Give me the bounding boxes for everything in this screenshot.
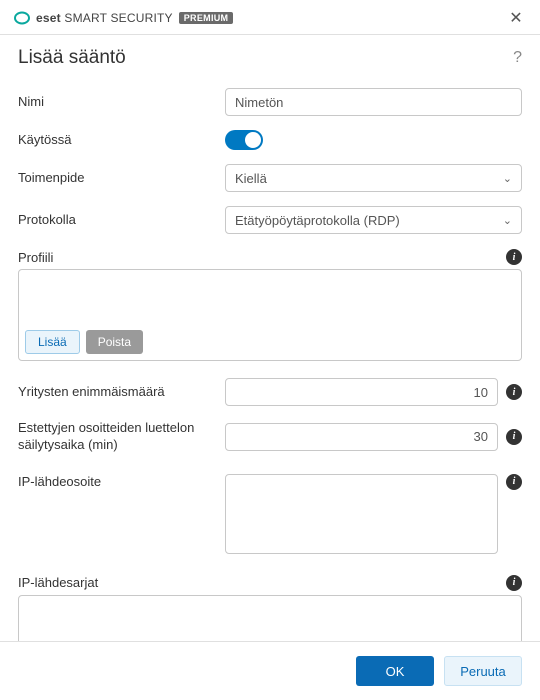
enabled-toggle[interactable] (225, 130, 263, 150)
info-icon[interactable]: i (506, 575, 522, 591)
action-select[interactable]: Kiellä ⌄ (225, 164, 522, 192)
ip-ranges-listbox[interactable] (25, 602, 515, 641)
name-input[interactable] (225, 88, 522, 116)
help-icon[interactable]: ? (513, 49, 522, 67)
brand-text: eset SMART SECURITY (36, 11, 173, 25)
profile-add-button[interactable]: Lisää (25, 330, 80, 354)
profile-listbox[interactable] (25, 276, 515, 324)
info-icon[interactable]: i (506, 474, 522, 490)
block-retention-input[interactable] (225, 423, 498, 451)
info-icon[interactable]: i (506, 384, 522, 400)
protocol-label: Protokolla (18, 212, 213, 229)
protocol-select[interactable]: Etätyöpöytäprotokolla (RDP) ⌄ (225, 206, 522, 234)
ip-source-textarea[interactable] (225, 474, 498, 554)
profile-remove-button[interactable]: Poista (86, 330, 143, 354)
profile-label: Profiili (18, 250, 53, 265)
brand-tier-badge: PREMIUM (179, 12, 234, 24)
close-button[interactable]: ✕ (502, 6, 530, 30)
action-label: Toimenpide (18, 170, 213, 187)
page-title: Lisää sääntö (18, 47, 126, 69)
info-icon[interactable]: i (506, 249, 522, 265)
max-attempts-input[interactable] (225, 378, 498, 406)
eset-logo-icon (14, 10, 30, 26)
cancel-button[interactable]: Peruuta (444, 656, 522, 686)
ip-ranges-label: IP-lähdesarjat (18, 575, 98, 590)
chevron-down-icon: ⌄ (503, 172, 512, 185)
ip-ranges-listbox-container: Lisää Poista (18, 595, 522, 641)
name-label: Nimi (18, 94, 213, 111)
toggle-knob (245, 132, 261, 148)
protocol-selected-value: Etätyöpöytäprotokolla (RDP) (235, 213, 400, 228)
info-icon[interactable]: i (506, 429, 522, 445)
profile-listbox-container: Lisää Poista (18, 269, 522, 361)
close-icon: ✕ (509, 10, 522, 27)
ip-source-label: IP-lähdeosoite (18, 474, 213, 491)
max-attempts-label: Yritysten enimmäismäärä (18, 384, 213, 401)
ok-button[interactable]: OK (356, 656, 434, 686)
block-retention-label: Estettyjen osoitteiden luettelon säilyty… (18, 420, 213, 454)
chevron-down-icon: ⌄ (503, 214, 512, 227)
enabled-label: Käytössä (18, 132, 213, 149)
brand: eset SMART SECURITY PREMIUM (14, 10, 233, 26)
action-selected-value: Kiellä (235, 171, 267, 186)
